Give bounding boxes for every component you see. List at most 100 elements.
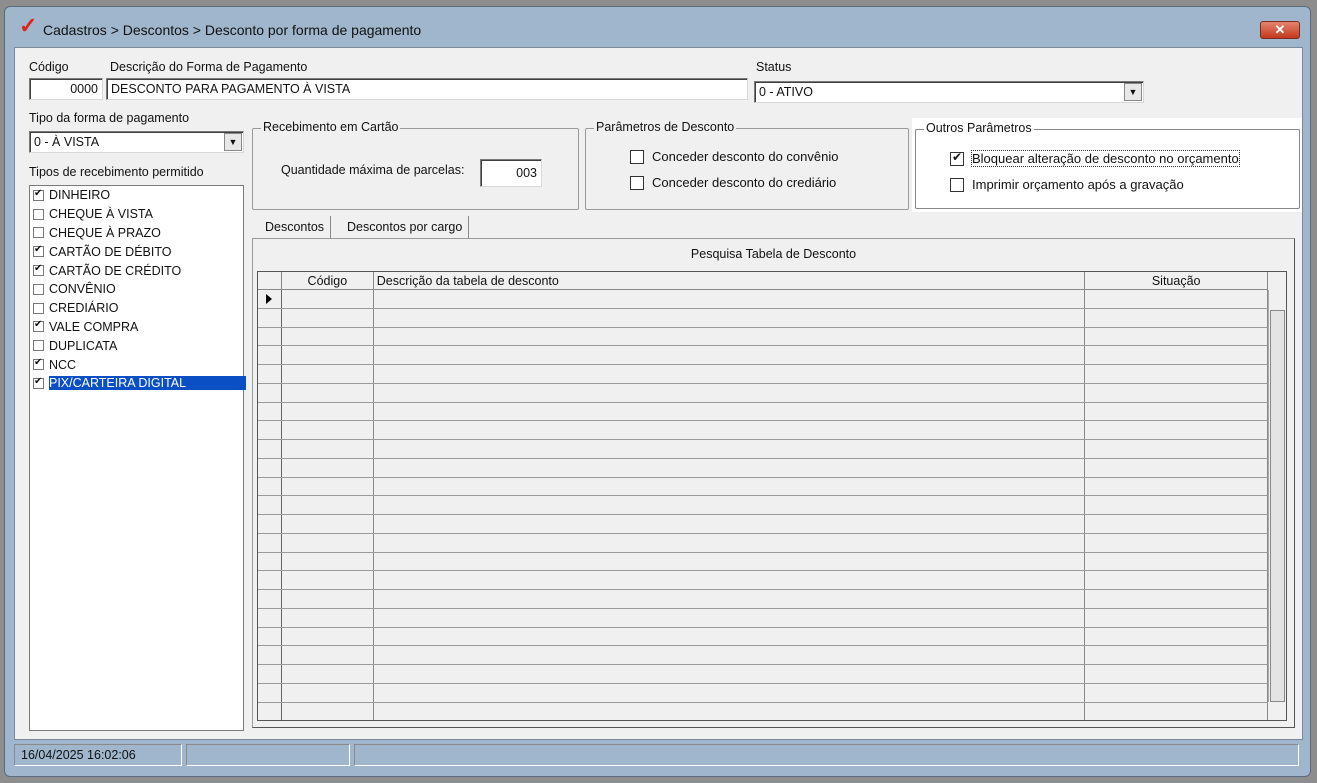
- tab-descontos-por-cargo[interactable]: Descontos por cargo: [341, 216, 470, 238]
- table-row[interactable]: [258, 627, 1268, 647]
- table-cell[interactable]: [282, 327, 374, 346]
- grid-header-descricao[interactable]: Descrição da tabela de desconto: [374, 272, 1086, 289]
- table-cell[interactable]: [1085, 646, 1268, 664]
- list-item[interactable]: CHEQUE À VISTA: [30, 205, 243, 224]
- row-indicator[interactable]: [258, 290, 282, 308]
- bloquear-checkbox[interactable]: [950, 150, 964, 166]
- table-row[interactable]: [258, 571, 1268, 590]
- tipos-recebimento-list[interactable]: DINHEIRO CHEQUE À VISTA CHEQUE À PRAZO CART…: [29, 185, 247, 731]
- convenio-checkbox[interactable]: [630, 149, 644, 164]
- row-indicator[interactable]: [258, 702, 282, 720]
- table-row[interactable]: [258, 421, 1268, 440]
- list-item-checkbox[interactable]: [33, 263, 44, 277]
- table-cell[interactable]: [282, 383, 374, 402]
- list-item-checkbox[interactable]: [33, 227, 44, 239]
- table-cell[interactable]: [374, 383, 1086, 402]
- descricao-field[interactable]: DESCONTO PARA PAGAMENTO À VISTA: [106, 78, 748, 100]
- list-item-checkbox[interactable]: [33, 376, 44, 389]
- row-indicator[interactable]: [258, 665, 282, 683]
- table-cell[interactable]: [374, 552, 1086, 571]
- table-cell[interactable]: [1085, 458, 1268, 477]
- table-cell[interactable]: [374, 458, 1086, 477]
- table-cell[interactable]: [1085, 308, 1268, 327]
- grid-vertical-scrollbar[interactable]: [1268, 290, 1286, 702]
- table-cell[interactable]: [282, 702, 374, 720]
- table-cell[interactable]: [1085, 346, 1268, 364]
- table-cell[interactable]: [282, 608, 374, 627]
- table-row[interactable]: [258, 365, 1268, 384]
- table-cell[interactable]: [374, 402, 1086, 421]
- table-cell[interactable]: [374, 308, 1086, 327]
- table-cell[interactable]: [282, 496, 374, 514]
- table-cell[interactable]: [282, 346, 374, 364]
- row-indicator[interactable]: [258, 590, 282, 608]
- row-indicator[interactable]: [258, 571, 282, 589]
- table-cell[interactable]: [374, 477, 1086, 496]
- table-cell[interactable]: [1085, 327, 1268, 346]
- table-cell[interactable]: [374, 608, 1086, 627]
- table-cell[interactable]: [374, 702, 1086, 720]
- table-cell[interactable]: [1085, 402, 1268, 421]
- row-indicator[interactable]: [258, 365, 282, 383]
- table-row[interactable]: [258, 308, 1268, 328]
- bloquear-checkbox-row[interactable]: Bloquear alteração de desconto no orçame…: [950, 150, 1240, 167]
- table-cell[interactable]: [282, 440, 374, 458]
- table-cell[interactable]: [282, 627, 374, 646]
- table-cell[interactable]: [282, 308, 374, 327]
- table-cell[interactable]: [282, 458, 374, 477]
- table-cell[interactable]: [282, 646, 374, 664]
- list-item-checkbox[interactable]: [33, 357, 44, 371]
- table-cell[interactable]: [1085, 496, 1268, 514]
- table-cell[interactable]: [282, 571, 374, 589]
- row-indicator[interactable]: [258, 496, 282, 514]
- table-cell[interactable]: [374, 421, 1086, 439]
- tab-descontos[interactable]: Descontos: [259, 216, 332, 238]
- codigo-field[interactable]: 0000: [29, 78, 103, 100]
- list-item-checkbox[interactable]: [33, 283, 44, 295]
- table-cell[interactable]: [1085, 627, 1268, 646]
- list-item-checkbox[interactable]: [33, 340, 44, 352]
- table-cell[interactable]: [1085, 533, 1268, 552]
- list-item-checkbox[interactable]: [33, 319, 44, 333]
- list-item-checkbox[interactable]: [33, 208, 44, 220]
- table-row[interactable]: [258, 383, 1268, 403]
- list-item-checkbox[interactable]: [33, 188, 44, 201]
- table-row[interactable]: [258, 646, 1268, 665]
- list-item[interactable]: DUPLICATA: [30, 336, 243, 355]
- row-indicator[interactable]: [258, 627, 282, 646]
- list-item[interactable]: DINHEIRO: [30, 186, 243, 205]
- crediario-checkbox-row[interactable]: Conceder desconto do crediário: [630, 175, 836, 190]
- list-item[interactable]: CARTÃO DE DÉBITO: [30, 242, 243, 261]
- convenio-checkbox-row[interactable]: Conceder desconto do convênio: [630, 149, 838, 164]
- table-cell[interactable]: [1085, 421, 1268, 439]
- table-cell[interactable]: [374, 365, 1086, 383]
- table-cell[interactable]: [282, 477, 374, 496]
- table-row[interactable]: [258, 683, 1268, 703]
- table-cell[interactable]: [282, 290, 374, 308]
- row-indicator[interactable]: [258, 646, 282, 664]
- table-cell[interactable]: [1085, 665, 1268, 683]
- table-cell[interactable]: [1085, 608, 1268, 627]
- table-cell[interactable]: [282, 683, 374, 702]
- table-cell[interactable]: [282, 665, 374, 683]
- row-indicator[interactable]: [258, 683, 282, 702]
- table-cell[interactable]: [374, 590, 1086, 608]
- table-row[interactable]: [258, 665, 1268, 684]
- grid-scroll-thumb[interactable]: [1270, 310, 1285, 702]
- table-row[interactable]: [258, 327, 1268, 347]
- table-row[interactable]: [258, 533, 1268, 553]
- table-cell[interactable]: [282, 515, 374, 533]
- table-cell[interactable]: [374, 646, 1086, 664]
- row-indicator[interactable]: [258, 552, 282, 571]
- row-indicator[interactable]: [258, 515, 282, 533]
- table-row[interactable]: [258, 702, 1268, 720]
- row-indicator[interactable]: [258, 440, 282, 458]
- list-item[interactable]: VALE COMPRA: [30, 318, 243, 337]
- table-cell[interactable]: [374, 533, 1086, 552]
- table-cell[interactable]: [1085, 440, 1268, 458]
- table-cell[interactable]: [1085, 683, 1268, 702]
- table-cell[interactable]: [1085, 477, 1268, 496]
- row-indicator[interactable]: [258, 477, 282, 496]
- table-cell[interactable]: [282, 590, 374, 608]
- table-row[interactable]: [258, 402, 1268, 422]
